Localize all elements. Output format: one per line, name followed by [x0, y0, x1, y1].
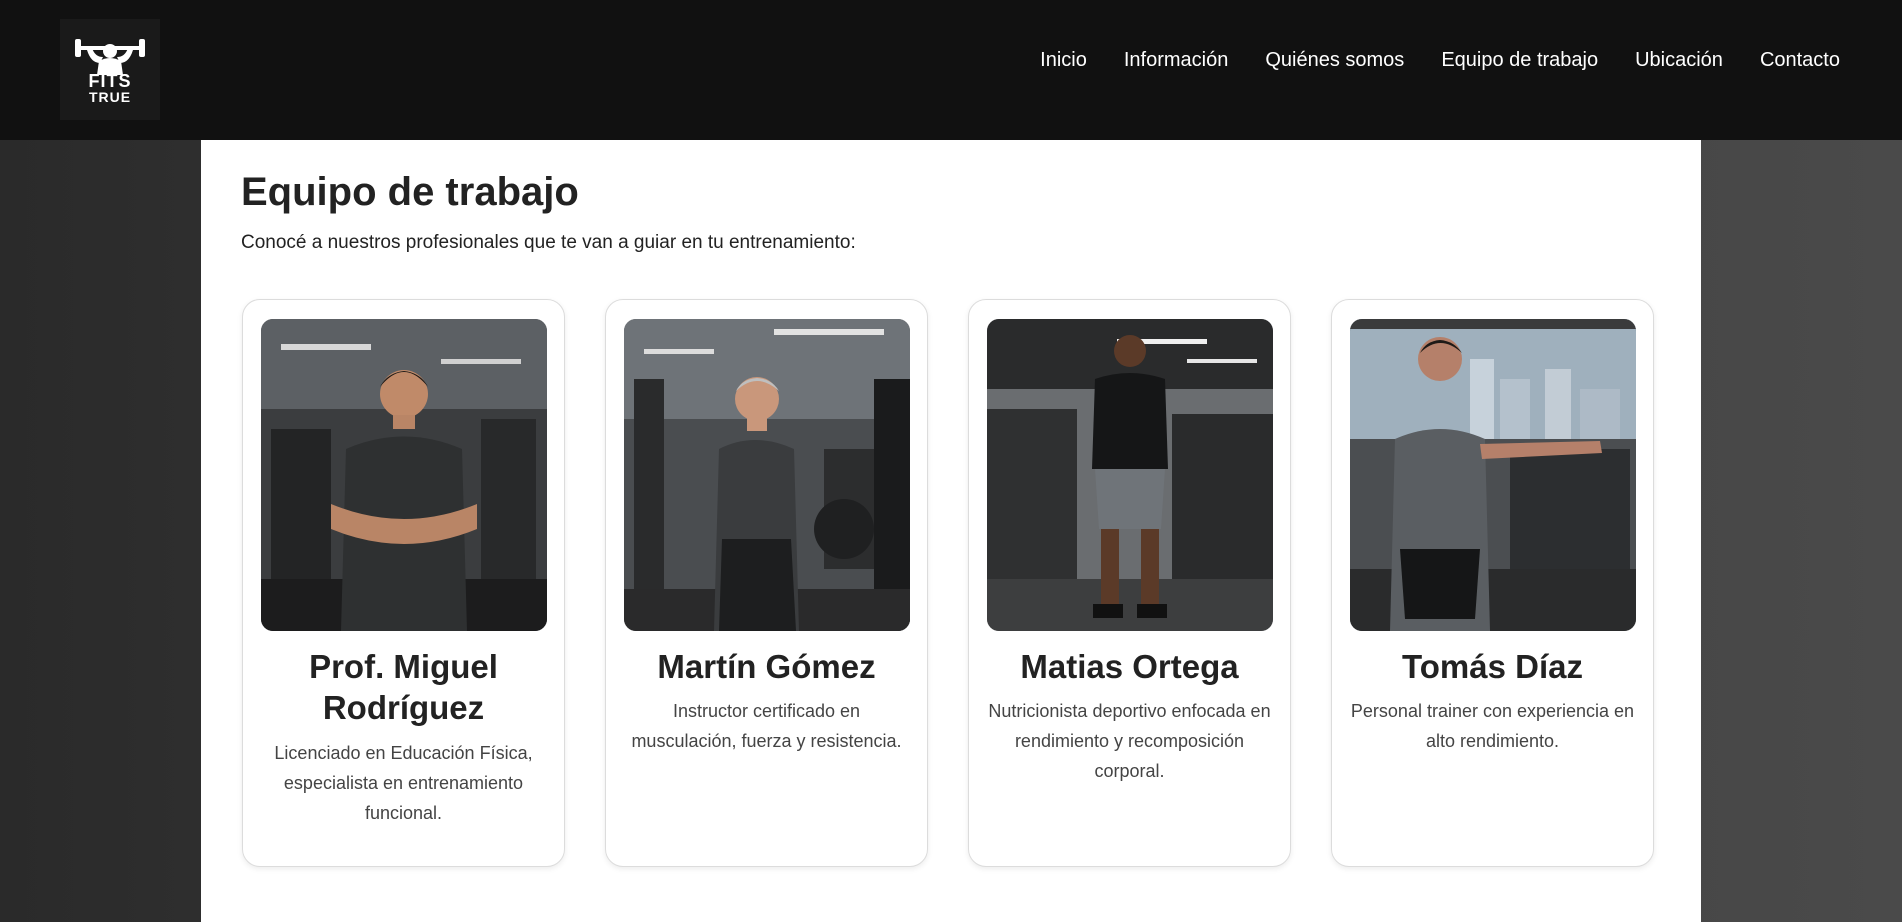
team-member-description: Instructor certificado en musculación, f…	[631, 701, 902, 751]
team-member-description: Licenciado en Educación Física, especial…	[274, 743, 533, 823]
team-member-name: Prof. Miguel Rodríguez	[309, 648, 498, 726]
brand-logo[interactable]: FITS TRUE	[60, 19, 160, 120]
team-member-description: Nutricionista deportivo enfocada en rend…	[988, 701, 1271, 781]
nav-link-informacion[interactable]: Información	[1124, 47, 1229, 73]
team-member-name: Matias Ortega	[1020, 648, 1239, 685]
bodybuilder-dumbbell-icon	[75, 39, 145, 75]
nav-link-contacto[interactable]: Contacto	[1760, 47, 1840, 73]
team-card: Martín Gómez Instructor certificado en m…	[605, 299, 928, 867]
team-member-name: Martín Gómez	[657, 648, 876, 685]
team-member-photo	[987, 319, 1273, 631]
team-card: Prof. Miguel Rodríguez Licenciado en Edu…	[242, 299, 565, 867]
team-member-photo	[1350, 319, 1636, 631]
page-title: Equipo de trabajo	[241, 170, 579, 214]
team-member-photo	[624, 319, 910, 631]
nav-link-quienes-somos[interactable]: Quiénes somos	[1265, 47, 1404, 73]
team-member-name: Tomás Díaz	[1402, 648, 1583, 685]
team-card: Matias Ortega Nutricionista deportivo en…	[968, 299, 1291, 867]
team-member-photo	[261, 319, 547, 631]
team-cards: Prof. Miguel Rodríguez Licenciado en Edu…	[242, 299, 1654, 867]
team-card: Tomás Díaz Personal trainer con experien…	[1331, 299, 1654, 867]
page-intro: Conocé a nuestros profesionales que te v…	[241, 232, 856, 253]
nav-link-equipo[interactable]: Equipo de trabajo	[1441, 47, 1598, 73]
main-nav: Inicio Información Quiénes somos Equipo …	[1003, 47, 1840, 73]
nav-link-inicio[interactable]: Inicio	[1040, 47, 1087, 73]
main-content: Equipo de trabajo Conocé a nuestros prof…	[201, 140, 1701, 922]
navbar: FITS TRUE Inicio Información Quiénes som…	[0, 0, 1902, 140]
nav-link-ubicacion[interactable]: Ubicación	[1635, 47, 1723, 73]
team-member-description: Personal trainer con experiencia en alto…	[1350, 701, 1635, 751]
brand-name-line2: TRUE	[88, 89, 132, 105]
